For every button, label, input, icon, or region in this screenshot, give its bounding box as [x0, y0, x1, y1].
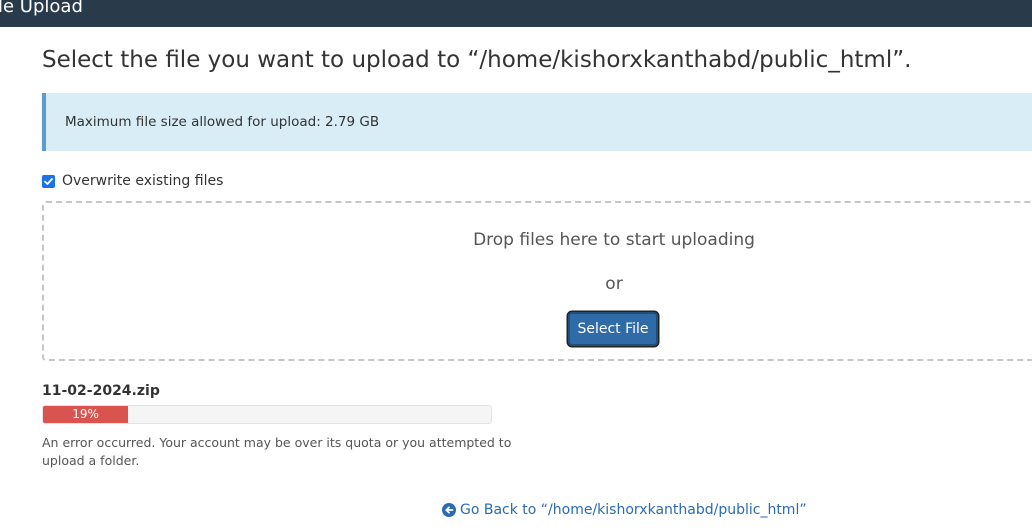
page-title: Select the file you want to upload to “/… — [42, 47, 912, 73]
go-back-label[interactable]: Go Back to “/home/kishorxkanthabd/public… — [460, 501, 807, 519]
select-file-button[interactable]: Select File — [568, 312, 658, 346]
upload-progress-fill: 19% — [43, 406, 129, 423]
max-size-alert: Maximum file size allowed for upload: 2.… — [42, 93, 1032, 151]
go-back-link[interactable]: Go Back to “/home/kishorxkanthabd/public… — [442, 501, 807, 519]
max-size-text: Maximum file size allowed for upload: 2.… — [65, 114, 380, 130]
circle-arrow-left-icon — [442, 503, 456, 517]
upload-file-name: 11-02-2024.zip — [42, 383, 160, 399]
checkmark-icon — [44, 177, 53, 185]
app-title: ile Upload — [0, 0, 83, 17]
top-header-bar: ile Upload — [0, 0, 1032, 27]
drop-instructions: Drop files here to start uploading — [473, 230, 755, 250]
overwrite-checkbox[interactable] — [42, 174, 55, 188]
upload-progress-bar: 19% — [42, 405, 492, 424]
overwrite-label[interactable]: Overwrite existing files — [62, 172, 223, 190]
file-drop-zone[interactable]: Drop files here to start uploading or Se… — [42, 201, 1032, 361]
overwrite-option[interactable]: Overwrite existing files — [42, 171, 223, 191]
upload-error-message: An error occurred. Your account may be o… — [42, 435, 512, 468]
or-separator: or — [605, 274, 623, 294]
